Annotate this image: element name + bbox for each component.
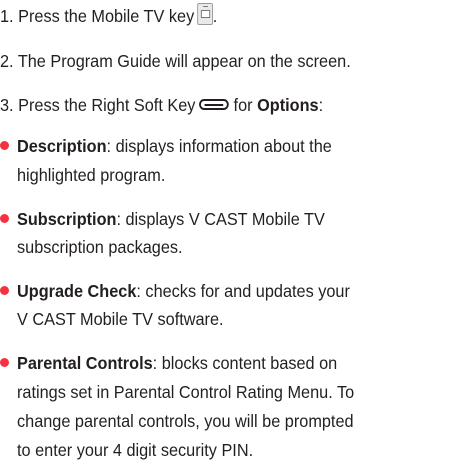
option-subscription: Subscription: displays V CAST Mobile TV <box>17 205 431 233</box>
bullet-icon <box>0 214 9 223</box>
step-3-for: for <box>233 95 253 115</box>
option-desc-line: subscription packages. <box>17 237 183 257</box>
option-desc-line: : displays information about the <box>106 136 332 156</box>
option-parental-controls-cont: change parental controls, you will be pr… <box>17 407 431 435</box>
right-soft-key-icon <box>199 99 229 110</box>
option-desc-line: : checks for and updates your <box>136 281 350 301</box>
option-parental-controls: Parental Controls: blocks content based … <box>17 349 431 377</box>
bullet-icon <box>0 286 9 295</box>
step-3: 3. Press the Right Soft Key for Options: <box>0 91 430 119</box>
step-1-text: Press the Mobile TV key <box>18 6 195 26</box>
option-term: Subscription <box>17 209 117 229</box>
step-3-colon: : <box>318 95 324 115</box>
option-parental-controls-cont: to enter your 4 digit security PIN. <box>17 436 431 464</box>
option-desc-line: highlighted program. <box>17 165 166 185</box>
step-2-text: The Program Guide will appear on the scr… <box>17 51 351 71</box>
option-upgrade-check: Upgrade Check: checks for and updates yo… <box>17 277 431 305</box>
bullet-icon <box>0 141 9 150</box>
manual-page: 1. Press the Mobile TV key. 2. The Progr… <box>0 0 462 468</box>
step-3-text: Press the Right Soft Key <box>18 95 196 115</box>
option-term: Description <box>17 136 107 156</box>
option-desc-line: : blocks content based on <box>152 353 338 373</box>
step-2-number: 2. <box>0 51 14 71</box>
step-3-number: 3. <box>0 95 14 115</box>
option-subscription-cont: subscription packages. <box>17 233 431 261</box>
option-parental-controls-cont: ratings set in Parental Control Rating M… <box>17 378 431 406</box>
option-upgrade-check-cont: V CAST Mobile TV software. <box>17 305 431 333</box>
option-desc-line: change parental controls, you will be pr… <box>17 411 354 431</box>
option-desc-line: : displays V CAST Mobile TV <box>116 209 325 229</box>
step-3-options-label: Options <box>257 95 319 115</box>
step-1-number: 1. <box>0 6 14 26</box>
option-desc-line: ratings set in Parental Control Rating M… <box>17 382 355 402</box>
bullet-icon <box>0 358 9 367</box>
option-desc-line: V CAST Mobile TV software. <box>17 309 224 329</box>
option-description-cont: highlighted program. <box>17 161 431 189</box>
option-desc-line: to enter your 4 digit security PIN. <box>17 440 254 460</box>
step-1: 1. Press the Mobile TV key. <box>0 2 430 30</box>
step-2: 2. The Program Guide will appear on the … <box>0 47 430 75</box>
mobile-tv-key-icon <box>197 3 213 25</box>
option-description: Description: displays information about … <box>17 132 431 160</box>
option-term: Parental Controls <box>17 353 153 373</box>
option-term: Upgrade Check <box>17 281 137 301</box>
